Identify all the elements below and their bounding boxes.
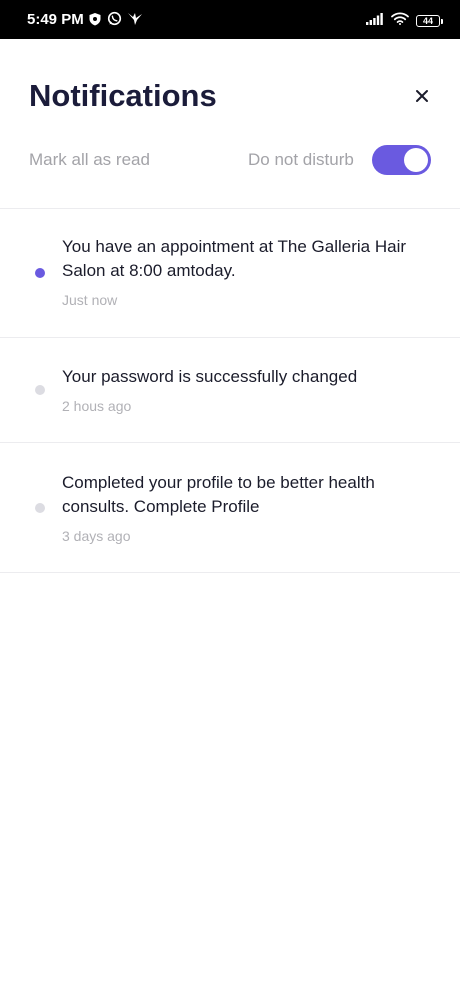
- read-dot-icon: [35, 385, 45, 395]
- status-icons-right: 44: [366, 12, 443, 30]
- notification-time: Just now: [62, 292, 118, 308]
- read-dot-icon: [35, 503, 45, 513]
- close-icon: [415, 89, 429, 108]
- bird-icon: [127, 12, 143, 31]
- status-bar: 5:49 PM 44: [0, 0, 460, 39]
- close-button[interactable]: [410, 86, 434, 110]
- status-time: 5:49 PM: [27, 11, 84, 28]
- notification-item[interactable]: Your password is successfully changed 2 …: [0, 338, 460, 442]
- notification-time: 2 hous ago: [62, 398, 132, 414]
- divider: [0, 572, 460, 573]
- status-icons-left: [88, 11, 143, 31]
- whatsapp-icon: [107, 11, 122, 31]
- battery-icon: 44: [416, 15, 443, 27]
- unread-dot-icon: [35, 268, 45, 278]
- signal-icon: [366, 12, 384, 30]
- notification-time: 3 days ago: [62, 528, 131, 544]
- notification-text: Your password is successfully changed: [62, 367, 358, 386]
- notification-text: Completed your profile to be better heal…: [62, 473, 375, 516]
- mark-all-read-button[interactable]: Mark all as read: [29, 150, 150, 170]
- do-not-disturb-toggle[interactable]: [372, 145, 431, 175]
- wifi-icon: [391, 12, 409, 30]
- do-not-disturb-label: Do not disturb: [248, 150, 354, 169]
- notification-text: You have an appointment at The Galleria …: [62, 237, 407, 280]
- toggle-knob: [404, 148, 428, 172]
- notification-item[interactable]: You have an appointment at The Galleria …: [0, 209, 460, 337]
- shield-icon: [88, 12, 102, 31]
- notification-item[interactable]: Completed your profile to be better heal…: [0, 443, 460, 572]
- page-title: Notifications: [29, 78, 217, 113]
